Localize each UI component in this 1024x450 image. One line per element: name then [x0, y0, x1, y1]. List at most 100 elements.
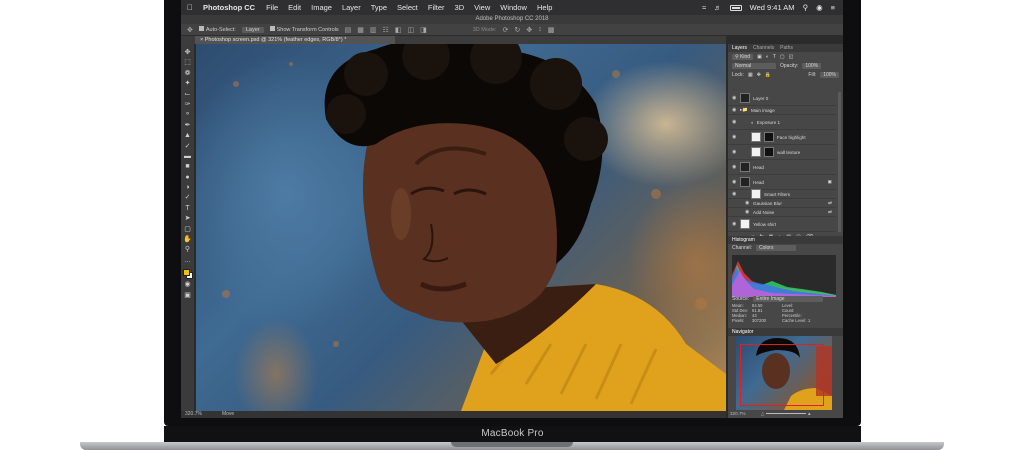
menu-icon[interactable]: ≡: [831, 3, 835, 12]
menu-select[interactable]: Select: [392, 3, 423, 12]
lock-position-icon[interactable]: ✥: [757, 72, 761, 78]
menu-edit[interactable]: Edit: [283, 3, 306, 12]
lock-pixels-icon[interactable]: ▦: [748, 72, 753, 78]
3d-pan-icon[interactable]: ✥: [526, 26, 532, 34]
filter-smart-icon[interactable]: ◱: [789, 54, 794, 60]
menu-help[interactable]: Help: [532, 3, 557, 12]
layer-row[interactable]: ◉ Face highlight: [728, 130, 836, 145]
navigator-preview[interactable]: [736, 336, 832, 410]
align-center-icon[interactable]: ◫: [407, 26, 414, 34]
eraser-tool[interactable]: ▬: [183, 152, 193, 161]
layer-row[interactable]: ◉ wall texture: [728, 145, 836, 160]
smart-filters-row[interactable]: ◉ Smart Filters: [728, 189, 836, 199]
auto-select-toggle[interactable]: Auto-Select:: [198, 26, 236, 33]
zoom-in-icon[interactable]: ▲: [807, 411, 812, 416]
apple-icon[interactable]: : [181, 3, 199, 12]
opacity-input[interactable]: 100%: [802, 62, 822, 69]
menu-type[interactable]: Type: [366, 3, 392, 12]
pen-tool[interactable]: ✓: [183, 193, 193, 202]
3d-slide-icon[interactable]: ↕: [538, 26, 542, 33]
source-dropdown[interactable]: Entire Image: [753, 295, 824, 302]
smart-filter-row[interactable]: ◉ Add Noise ⇄: [728, 208, 836, 217]
path-select-tool[interactable]: ➤: [183, 214, 193, 223]
navigator-view-box[interactable]: [740, 344, 824, 406]
eye-icon[interactable]: ◉: [732, 179, 737, 185]
volume-icon[interactable]: ♬: [714, 3, 722, 12]
rectangle-tool[interactable]: ▢: [183, 225, 193, 234]
tab-layers[interactable]: Layers: [732, 44, 747, 52]
history-brush-tool[interactable]: ✓: [183, 142, 193, 151]
eyedropper-tool[interactable]: ✑: [183, 100, 193, 109]
layer-row[interactable]: ◉ Head: [728, 160, 836, 175]
fill-input[interactable]: 100%: [820, 71, 839, 78]
color-swatches[interactable]: [182, 269, 193, 280]
navigator-zoom[interactable]: 320.7%: [730, 411, 746, 416]
3d-rotate-icon[interactable]: ⟳: [503, 26, 509, 34]
hand-tool[interactable]: ✋: [183, 235, 193, 244]
layer-row[interactable]: ◉ Head ▣: [728, 175, 836, 190]
blur-tool[interactable]: ●: [183, 173, 193, 182]
blend-mode-dropdown[interactable]: Normal: [732, 62, 776, 69]
filter-shape-icon[interactable]: ▢: [780, 54, 785, 60]
menu-file[interactable]: File: [261, 3, 283, 12]
filter-options-icon[interactable]: ⇄: [828, 209, 836, 215]
marquee-tool[interactable]: ⬚: [183, 58, 193, 67]
battery-icon[interactable]: [729, 4, 742, 11]
clone-stamp-tool[interactable]: ▲: [183, 131, 193, 140]
filter-pixel-icon[interactable]: ▣: [757, 54, 762, 60]
healing-brush-tool[interactable]: ⚬: [183, 110, 193, 119]
document-tab[interactable]: × Photoshop screen.psd @ 321% (feather e…: [195, 36, 395, 44]
canvas[interactable]: [196, 44, 726, 411]
menu-layer[interactable]: Layer: [337, 3, 366, 12]
foreground-color-swatch[interactable]: [182, 269, 190, 277]
3d-scale-icon[interactable]: ▩: [548, 26, 555, 34]
align-middle-icon[interactable]: ▦: [357, 26, 364, 34]
zoom-out-icon[interactable]: △: [761, 411, 765, 416]
screen-mode-tool[interactable]: ▣: [183, 291, 193, 300]
show-transform-toggle[interactable]: Show Transform Controls: [269, 26, 339, 33]
align-bottom-icon[interactable]: ▥: [370, 26, 377, 34]
menu-image[interactable]: Image: [306, 3, 337, 12]
layer-row[interactable]: ◉ Yellow shirt: [728, 217, 836, 232]
eye-icon[interactable]: ◉: [732, 107, 737, 113]
zoom-slider[interactable]: [765, 413, 806, 415]
menu-filter[interactable]: Filter: [423, 3, 450, 12]
search-icon[interactable]: ⚲: [803, 3, 809, 12]
more-tools-icon[interactable]: …: [183, 256, 193, 265]
show-transform-checkbox[interactable]: [269, 26, 275, 31]
layer-group-row[interactable]: ◉ ▸📁 Main image: [728, 106, 836, 115]
auto-select-dropdown[interactable]: Layer: [241, 26, 264, 33]
eye-icon[interactable]: ◉: [732, 164, 737, 170]
status-zoom[interactable]: 320.7%: [185, 411, 202, 418]
filter-adjust-icon[interactable]: ◐: [766, 54, 769, 60]
move-tool-icon[interactable]: ✥: [187, 26, 193, 34]
filter-options-icon[interactable]: ⇄: [828, 200, 836, 206]
user-icon[interactable]: ◉: [816, 3, 823, 12]
dodge-tool[interactable]: ◑: [183, 183, 193, 192]
tab-channels[interactable]: Channels: [753, 44, 774, 52]
quick-select-tool[interactable]: ✦: [183, 79, 193, 88]
quick-mask-tool[interactable]: ◉: [183, 280, 193, 289]
layer-row[interactable]: ◉ ◐ Exposure 1: [728, 115, 836, 130]
eye-icon[interactable]: ◉: [732, 119, 737, 125]
auto-select-checkbox[interactable]: [198, 26, 204, 31]
move-tool[interactable]: ✥: [183, 48, 193, 57]
eye-icon[interactable]: ◉: [745, 200, 750, 206]
align-right-icon[interactable]: ◨: [420, 26, 427, 34]
eye-icon[interactable]: ◉: [732, 221, 737, 227]
crop-tool[interactable]: ⌙: [183, 90, 193, 99]
eye-icon[interactable]: ◉: [745, 209, 750, 215]
channel-dropdown[interactable]: Colors: [756, 245, 797, 251]
app-menu[interactable]: Photoshop CC: [199, 3, 261, 12]
gradient-tool[interactable]: ■: [183, 162, 193, 171]
eye-icon[interactable]: ◉: [732, 149, 737, 155]
eye-icon[interactable]: ◉: [732, 134, 737, 140]
layer-row[interactable]: ◉ Layer 0: [728, 91, 836, 106]
menu-view[interactable]: View: [469, 3, 495, 12]
type-tool[interactable]: T: [183, 204, 193, 213]
wifi-icon[interactable]: ≈: [702, 3, 706, 12]
brush-tool[interactable]: ✒: [183, 121, 193, 130]
eye-icon[interactable]: ◉: [732, 95, 737, 101]
layers-scrollbar[interactable]: [838, 92, 841, 232]
smart-filter-row[interactable]: ◉ Gaussian Blur ⇄: [728, 199, 836, 208]
